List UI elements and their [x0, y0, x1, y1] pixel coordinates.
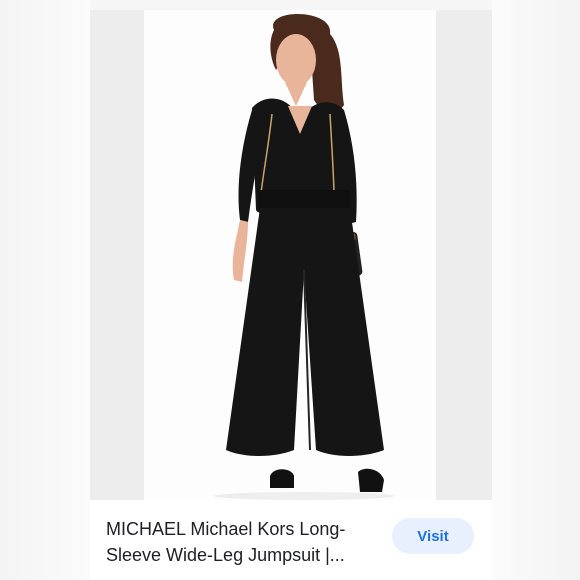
photo-border-left [90, 10, 144, 500]
visit-button[interactable]: Visit [392, 518, 474, 554]
model-illustration [214, 13, 394, 500]
result-caption: MICHAEL Michael Kors Long-Sleeve Wide-Le… [90, 500, 492, 580]
product-photo[interactable] [90, 10, 492, 500]
result-title[interactable]: MICHAEL Michael Kors Long-Sleeve Wide-Le… [106, 516, 376, 568]
right-backdrop [492, 0, 580, 580]
image-result-card[interactable]: MICHAEL Michael Kors Long-Sleeve Wide-Le… [90, 10, 492, 580]
photo-border-right [436, 10, 492, 500]
left-backdrop [0, 0, 90, 580]
result-snippet: ... [106, 574, 486, 580]
